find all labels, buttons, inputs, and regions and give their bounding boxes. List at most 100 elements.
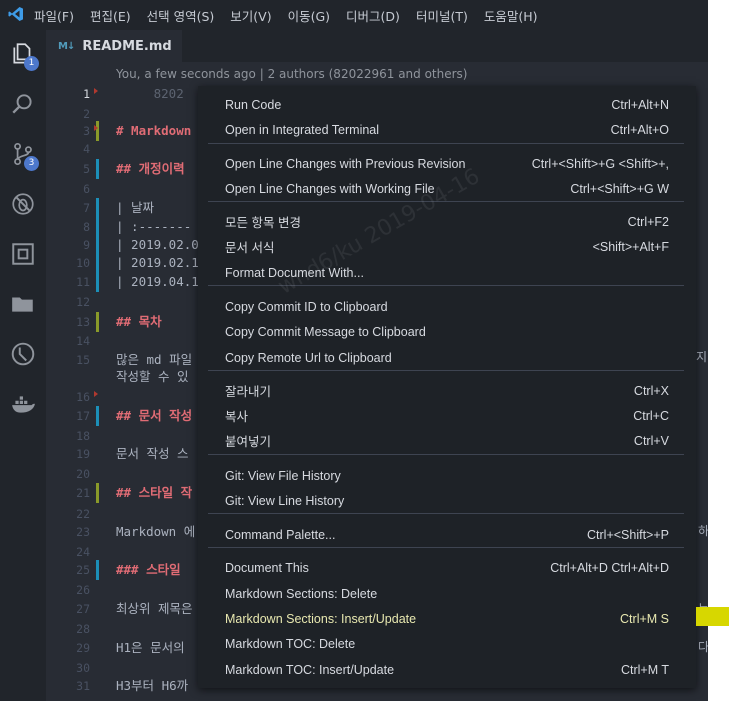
- menu-item-copy-remote-url-to-clipboard[interactable]: Copy Remote Url to Clipboard: [198, 345, 696, 370]
- menu-separator: [208, 547, 684, 548]
- debug-button[interactable]: [0, 184, 46, 224]
- menu-go[interactable]: 이동(G): [288, 6, 330, 25]
- menu-separator: [208, 513, 684, 514]
- line-number: 12: [76, 295, 90, 309]
- explorer-badge: 1: [24, 56, 39, 71]
- git-change-marker: [96, 560, 99, 580]
- menu-item-label: 잘라내기: [225, 385, 272, 399]
- extensions-button[interactable]: [0, 234, 46, 274]
- code-overflow-text: 지: [696, 350, 708, 364]
- git-change-marker: [96, 198, 99, 218]
- folder-button[interactable]: [0, 284, 46, 324]
- menu-item-모든-항목-변경[interactable]: 모든 항목 변경 Ctrl+F2: [198, 209, 696, 234]
- line-number: 10: [76, 256, 90, 270]
- menu-item-command-palette[interactable]: Command Palette... Ctrl+<Shift>+P: [198, 522, 696, 547]
- tab-bar: M↓ README.md: [46, 30, 708, 62]
- source-control-button[interactable]: 3: [0, 134, 46, 174]
- code-text: | :-------: [116, 219, 192, 234]
- menu-edit[interactable]: 편집(E): [90, 6, 131, 25]
- menu-item-label: Run Code: [225, 97, 282, 112]
- line-number: 6: [83, 182, 90, 196]
- git-change-marker: [96, 159, 99, 179]
- menu-item-label: Markdown TOC: Delete: [225, 636, 356, 651]
- menu-item-markdown-toc-insert-update[interactable]: Markdown TOC: Insert/Update Ctrl+M T: [198, 657, 696, 682]
- bug-icon: [12, 193, 34, 215]
- code-text: ## 개정이력: [116, 161, 185, 176]
- code-text: ## 스타일 작: [116, 485, 193, 500]
- menu-debug[interactable]: 디버그(D): [346, 6, 400, 25]
- line-number: 28: [76, 622, 90, 636]
- docker-button[interactable]: [0, 384, 46, 424]
- menu-item-format-document-with[interactable]: Format Document With...: [198, 260, 696, 285]
- git-history-icon: [11, 342, 35, 366]
- menu-item-run-code[interactable]: Run Code Ctrl+Alt+N: [198, 92, 696, 117]
- menu-item-document-this[interactable]: Document This Ctrl+Alt+D Ctrl+Alt+D: [198, 555, 696, 580]
- menu-item-shortcut: Ctrl+V: [633, 433, 669, 448]
- menu-item-shortcut: Ctrl+Alt+N: [611, 97, 669, 112]
- menu-item-open-line-changes-with-working-file[interactable]: Open Line Changes with Working File Ctrl+…: [198, 176, 696, 201]
- code-text: 작성할 수 있: [116, 369, 189, 384]
- menu-item-open-line-changes-with-previous-revision[interactable]: Open Line Changes with Previous Revision…: [198, 151, 696, 176]
- menu-item-shortcut: Ctrl+<Shift>+G W: [570, 181, 669, 196]
- menu-item-문서-서식[interactable]: 문서 서식 <Shift>+Alt+F: [198, 234, 696, 259]
- menu-item-붙여넣기[interactable]: 붙여넣기 Ctrl+V: [198, 428, 696, 453]
- menu-help[interactable]: 도움말(H): [484, 6, 538, 25]
- menu-selection[interactable]: 선택 영역(S): [147, 6, 215, 25]
- menu-view[interactable]: 보기(V): [230, 6, 271, 25]
- menu-item-git-view-file-history[interactable]: Git: View File History: [198, 463, 696, 488]
- git-change-marker: [96, 217, 99, 237]
- code-text: Markdown 에: [116, 524, 196, 539]
- menu-separator: [208, 143, 684, 144]
- menu-item-shortcut: Ctrl+Alt+D Ctrl+Alt+D: [550, 560, 669, 575]
- menu-item-copy-commit-id-to-clipboard[interactable]: Copy Commit ID to Clipboard: [198, 294, 696, 319]
- menu-item-markdown-toc-delete[interactable]: Markdown TOC: Delete: [198, 631, 696, 656]
- code-text: 8202: [116, 86, 184, 101]
- line-number: 23: [76, 525, 90, 539]
- git-change-marker: [96, 312, 99, 332]
- tab-readme[interactable]: M↓ README.md: [46, 30, 182, 62]
- git-history-button[interactable]: [0, 334, 46, 374]
- menu-item-shortcut: Ctrl+M T: [620, 662, 669, 677]
- menu-file[interactable]: 파일(F): [34, 6, 74, 25]
- explorer-button[interactable]: 1: [0, 34, 46, 74]
- code-text: 최상위 제목은: [116, 601, 193, 616]
- menu-item-잘라내기[interactable]: 잘라내기 Ctrl+X: [198, 378, 696, 403]
- line-number: 8: [83, 220, 90, 234]
- menu-separator: [208, 454, 684, 455]
- menu-item-label: Open Line Changes with Previous Revision: [225, 156, 466, 171]
- line-number: 26: [76, 583, 90, 597]
- menu-item-label: Open in Integrated Terminal: [225, 122, 380, 137]
- docker-icon: [12, 396, 35, 413]
- menu-item-copy-commit-message-to-clipboard[interactable]: Copy Commit Message to Clipboard: [198, 319, 696, 344]
- tab-label: README.md: [82, 38, 172, 54]
- menu-item-label: Copy Commit Message to Clipboard: [225, 324, 426, 339]
- line-number: 25: [76, 563, 90, 577]
- search-icon: [12, 94, 32, 114]
- search-button[interactable]: [0, 84, 46, 124]
- menu-item-git-view-line-history[interactable]: Git: View Line History: [198, 488, 696, 513]
- line-number: 22: [76, 507, 90, 521]
- menu-item-shortcut: Ctrl+C: [633, 408, 669, 423]
- menu-item-markdown-sections-delete[interactable]: Markdown Sections: Delete: [198, 581, 696, 606]
- menu-item-label: Git: View File History: [225, 468, 341, 483]
- git-change-marker: [96, 406, 99, 426]
- menu-item-shortcut: Ctrl+M S: [620, 611, 669, 626]
- folder-icon: [12, 297, 33, 312]
- menu-item-복사[interactable]: 복사 Ctrl+C: [198, 403, 696, 428]
- menu-item-open-in-integrated-terminal[interactable]: Open in Integrated Terminal Ctrl+Alt+O: [198, 117, 696, 142]
- menu-item-markdown-sections-insert-update[interactable]: Markdown Sections: Insert/Update Ctrl+M S: [198, 606, 696, 631]
- code-overflow-text: 하: [698, 524, 708, 538]
- line-number: 17: [76, 409, 90, 423]
- line-number: 3: [83, 124, 90, 138]
- menu-terminal[interactable]: 터미널(T): [416, 6, 468, 25]
- menu-item-label: Document This: [225, 560, 309, 575]
- menu-separator: [208, 285, 684, 286]
- code-text: | 날짜: [116, 200, 155, 215]
- code-text: 문서 작성 스: [116, 446, 189, 461]
- activity-bar: 1 3: [0, 30, 46, 701]
- code-text: # Markdown: [116, 123, 192, 138]
- git-change-marker: [96, 235, 99, 255]
- scm-badge: 3: [24, 156, 39, 171]
- menu-item-label: Markdown Sections: Insert/Update: [225, 611, 417, 626]
- git-change-marker: [96, 253, 99, 273]
